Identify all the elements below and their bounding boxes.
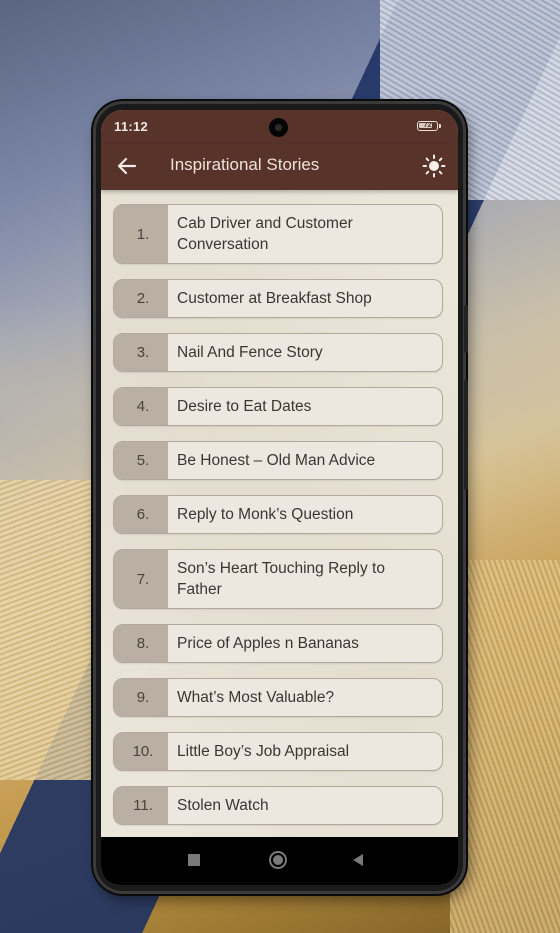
story-title: Cab Driver and Customer Conversation [177, 215, 353, 253]
background-book-pages-bottom-right [450, 560, 560, 933]
story-item-3[interactable]: 3. Nail And Fence Story [113, 333, 443, 372]
story-number: 5. [114, 442, 168, 479]
story-item-6[interactable]: 6. Reply to Monk’s Question [113, 495, 443, 534]
phone-volume-button [464, 305, 468, 353]
story-title: Customer at Breakfast Shop [177, 290, 372, 307]
story-item-11[interactable]: 11. Stolen Watch [113, 786, 443, 825]
story-number: 3. [114, 334, 168, 371]
story-item-10[interactable]: 10. Little Boy’s Job Appraisal [113, 732, 443, 771]
story-title: What’s Most Valuable? [177, 689, 335, 706]
story-title: Son’s Heart Touching Reply to Father [177, 560, 385, 598]
story-item-7[interactable]: 7. Son’s Heart Touching Reply to Father [113, 549, 443, 609]
story-item-5[interactable]: 5. Be Honest – Old Man Advice [113, 441, 443, 480]
story-number: 7. [114, 550, 168, 608]
sun-icon [422, 154, 446, 178]
story-item-4[interactable]: 4. Desire to Eat Dates [113, 387, 443, 426]
story-title: Nail And Fence Story [177, 344, 323, 361]
recent-apps-button[interactable] [188, 854, 200, 866]
story-number: 2. [114, 280, 168, 317]
story-title: Little Boy’s Job Appraisal [177, 743, 350, 760]
front-camera [269, 118, 288, 137]
story-number: 8. [114, 625, 168, 662]
system-nav-bar [101, 837, 458, 885]
story-title: Be Honest – Old Man Advice [177, 452, 376, 469]
system-back-button[interactable] [353, 854, 363, 866]
status-bar: 11:12 72 [101, 110, 458, 144]
circle-icon [273, 855, 283, 865]
battery-icon: 72 [417, 121, 438, 131]
story-title: Stolen Watch [177, 797, 269, 814]
story-item-1[interactable]: 1. Cab Driver and Customer Conversation [113, 204, 443, 264]
home-button[interactable] [269, 851, 287, 869]
story-title: Reply to Monk’s Question [177, 506, 354, 523]
story-item-2[interactable]: 2. Customer at Breakfast Shop [113, 279, 443, 318]
story-list[interactable]: 1. Cab Driver and Customer Conversation … [101, 190, 458, 837]
story-number: 4. [114, 388, 168, 425]
story-number: 6. [114, 496, 168, 533]
story-title: Desire to Eat Dates [177, 398, 312, 415]
phone-power-button [464, 380, 468, 490]
story-number: 10. [114, 733, 168, 770]
page-title: Inspirational Stories [170, 155, 320, 174]
theme-toggle-button[interactable] [419, 151, 449, 181]
battery-tip [439, 124, 441, 128]
story-title: Price of Apples n Bananas [177, 635, 359, 652]
phone-screen: 11:12 72 Inspirational Stories 1. Cab Dr… [101, 110, 458, 885]
arrow-left-icon [117, 157, 137, 175]
status-time: 11:12 [114, 119, 149, 134]
battery-level: 72 [423, 122, 432, 129]
app-bar: Inspirational Stories [101, 144, 458, 190]
story-number: 11. [114, 787, 168, 824]
back-button[interactable] [113, 152, 141, 180]
story-number: 1. [114, 205, 168, 263]
story-item-9[interactable]: 9. What’s Most Valuable? [113, 678, 443, 717]
story-item-8[interactable]: 8. Price of Apples n Bananas [113, 624, 443, 663]
story-number: 9. [114, 679, 168, 716]
